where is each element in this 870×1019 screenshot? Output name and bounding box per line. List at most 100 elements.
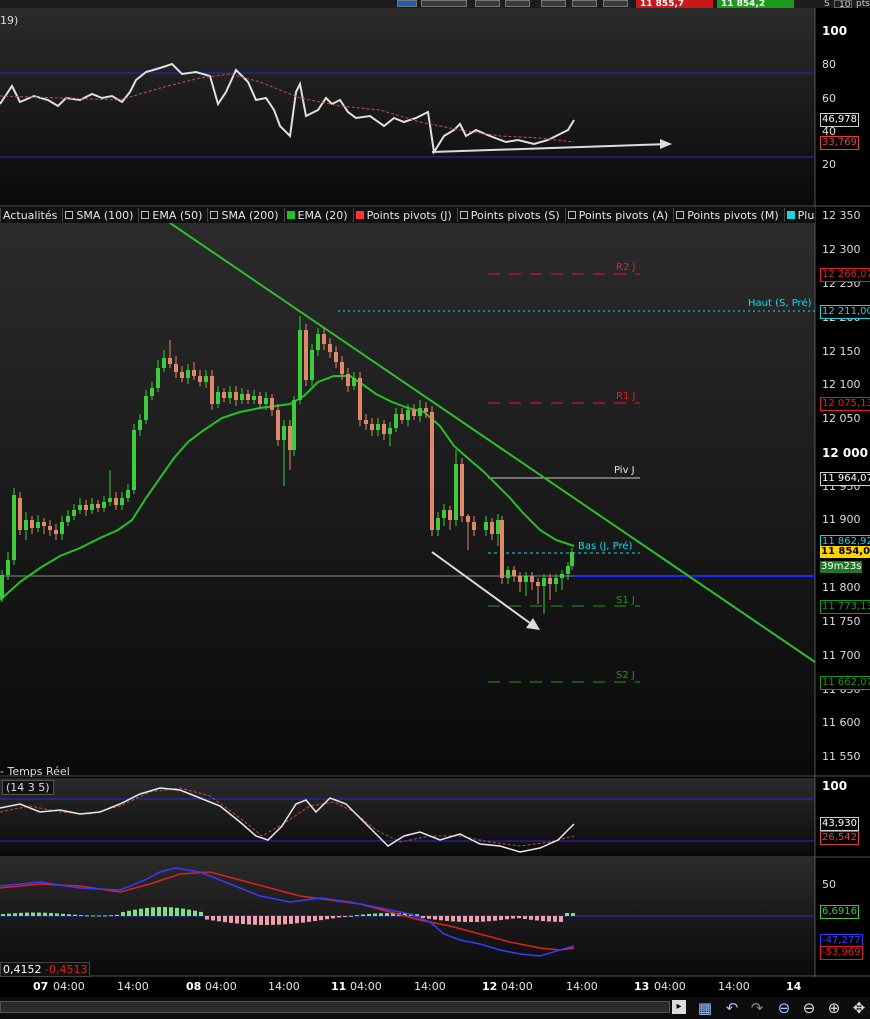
time-axis-tick: 04:00 <box>205 980 237 993</box>
draw-tool-button[interactable] <box>572 0 597 7</box>
candle-body <box>246 394 250 400</box>
time-axis-tick: 04:00 <box>53 980 85 993</box>
undo-icon[interactable]: ↶ <box>723 999 741 1017</box>
unit-s-label: S <box>824 0 830 8</box>
macd-histogram-bar <box>25 912 29 916</box>
candle-body <box>506 570 510 578</box>
macd-histogram-bar <box>385 913 389 916</box>
legend-checkbox[interactable] <box>355 211 364 219</box>
macd-histogram-bar <box>529 916 533 920</box>
legend-checkbox[interactable] <box>676 211 685 219</box>
timeframe-select[interactable] <box>421 0 467 7</box>
legend-item[interactable]: Points pivots (J) <box>352 208 454 222</box>
time-axis-tick: 14:00 <box>718 980 750 993</box>
candle-body <box>304 330 308 380</box>
stoch-axis-100: 100 <box>822 779 848 793</box>
legend-item[interactable]: Actualités <box>0 208 59 222</box>
legend-item[interactable]: Plus Bas (J, P <box>783 208 815 222</box>
legend-checkbox[interactable] <box>459 211 468 219</box>
legend-item[interactable]: Points pivots (S) <box>456 208 562 222</box>
scroll-right-icon[interactable]: ▸ <box>672 1000 686 1014</box>
chart-canvas[interactable] <box>0 8 870 997</box>
candle-body <box>334 352 338 362</box>
candle-timer-tag: 39m23s <box>820 561 863 573</box>
zoom-in-icon[interactable]: ⊕ <box>825 999 843 1017</box>
macd-histogram-bar <box>235 916 239 924</box>
s2-label: S2 J <box>616 670 635 681</box>
candle-body <box>252 396 256 400</box>
macd-histogram-bar <box>355 915 359 917</box>
candle-body <box>84 505 88 510</box>
macd-histogram-bar <box>301 916 305 923</box>
zoom-out-icon[interactable]: ⊖ <box>775 999 793 1017</box>
calendar-icon[interactable]: ▦ <box>696 999 714 1017</box>
time-axis-tick: 04:00 <box>350 980 382 993</box>
s2-price-tag: 11 662,07 <box>820 676 870 690</box>
macd-histogram-bar <box>265 916 269 925</box>
sell-price-button[interactable]: 11 855,7 <box>636 0 713 8</box>
legend-item[interactable]: SMA (100) <box>62 208 135 222</box>
legend-label: Points pivots (A) <box>578 208 669 222</box>
macd-histogram-bar <box>481 916 485 922</box>
candle-body <box>412 410 416 416</box>
candle-body <box>132 430 136 490</box>
draw-tool-button[interactable] <box>603 0 628 7</box>
time-axis-tick: 14:00 <box>268 980 300 993</box>
stoch-caption: - Temps Réel <box>0 765 70 778</box>
pivot-label: Piv J <box>614 465 635 476</box>
candle-body <box>310 350 314 380</box>
unit-label: pts <box>856 0 870 8</box>
macd-histogram-bar <box>469 916 473 922</box>
macd-histogram-bar <box>199 911 203 916</box>
rsi-axis-60: 60 <box>822 92 836 105</box>
candle-body <box>198 376 202 382</box>
legend-item[interactable]: Points pivots (M) <box>673 208 780 222</box>
indicator-legend: Actualités SMA (100) EMA (50) SMA (200) EMA … <box>0 207 815 223</box>
zoom-out-icon[interactable]: ⊖ <box>800 999 818 1017</box>
draw-tool-button[interactable] <box>475 0 500 7</box>
legend-checkbox[interactable] <box>786 211 795 219</box>
unit-value-field[interactable]: 10 <box>834 0 852 8</box>
candle-body <box>490 522 494 534</box>
legend-item[interactable]: Points pivots (A) <box>564 208 670 222</box>
macd-histogram-bar <box>175 907 179 916</box>
candle-body <box>210 376 214 404</box>
macd-histogram-bar <box>1 914 5 916</box>
buy-price-button[interactable]: 11 854,2 <box>717 0 794 8</box>
macd-readout-a: 0,4152 <box>3 963 42 976</box>
stoch-params[interactable]: (14 3 5) <box>2 780 54 795</box>
horizontal-scrollbar[interactable] <box>0 1001 670 1013</box>
draw-tool-button[interactable] <box>541 0 566 7</box>
legend-checkbox[interactable] <box>65 211 74 219</box>
macd-histogram-bar <box>523 916 527 920</box>
macd-histogram-bar <box>493 916 497 921</box>
macd-histogram-bar <box>223 916 227 923</box>
macd-readout-b: -0,4513 <box>45 963 88 976</box>
candle-body <box>216 392 220 404</box>
candle-body <box>180 372 184 378</box>
legend-checkbox[interactable] <box>286 211 295 219</box>
pivot-price-tag: 11 964,07 <box>820 472 870 486</box>
macd-histogram-bar <box>289 916 293 924</box>
legend-checkbox[interactable] <box>141 211 150 219</box>
macd-histogram-bar <box>43 912 47 916</box>
candle-body <box>192 370 196 376</box>
chart-type-button[interactable] <box>397 0 417 7</box>
time-axis-label: 14:00 <box>566 980 598 993</box>
legend-item[interactable]: EMA (20) <box>283 208 350 222</box>
macd-histogram-bar <box>229 916 233 923</box>
legend-label: Actualités <box>3 208 58 222</box>
legend-item[interactable]: SMA (200) <box>207 208 280 222</box>
price-axis-tick: 12 100 <box>822 378 861 391</box>
candle-body <box>536 582 540 586</box>
candle-body <box>12 495 16 560</box>
legend-item[interactable]: EMA (50) <box>138 208 204 222</box>
macd-histogram-bar <box>343 916 347 917</box>
legend-checkbox[interactable] <box>567 211 576 219</box>
legend-checkbox[interactable] <box>210 211 219 219</box>
redo-icon[interactable]: ↷ <box>748 999 766 1017</box>
draw-tool-button[interactable] <box>505 0 530 7</box>
move-icon[interactable]: ✥ <box>850 999 868 1017</box>
time-axis-tick: 14:00 <box>414 980 446 993</box>
macd-histogram-bar <box>205 916 209 920</box>
